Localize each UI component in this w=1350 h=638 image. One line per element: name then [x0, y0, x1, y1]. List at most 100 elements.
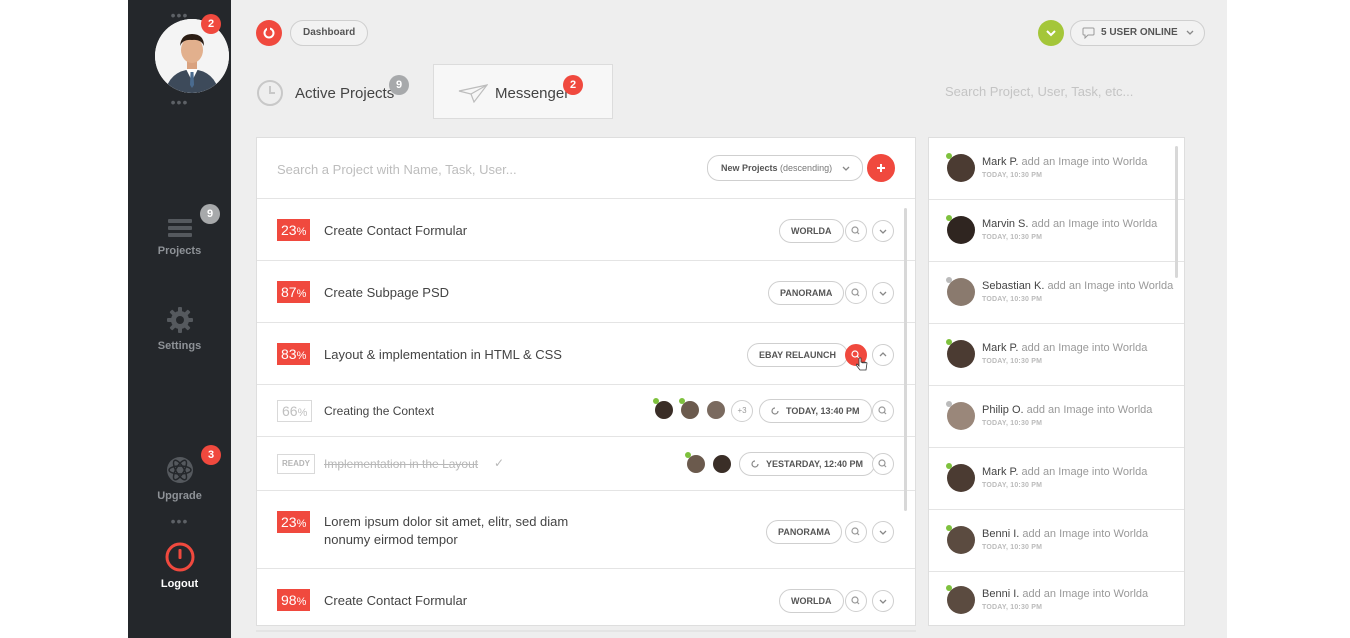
search-button[interactable] — [845, 282, 867, 304]
search-button[interactable] — [845, 220, 867, 242]
more-dots-icon[interactable]: ••• — [128, 514, 231, 528]
search-icon — [851, 226, 860, 235]
avatar[interactable] — [947, 154, 975, 182]
sidebar: ••• 2 ••• Projects 9 Settings Upgrade 3 … — [128, 0, 231, 638]
feed-item[interactable]: Benni I. add an Image into Worlda TODAY,… — [929, 572, 1184, 625]
avatar[interactable] — [947, 586, 975, 614]
project-row[interactable]: 83% Layout & implementation in HTML & CS… — [257, 323, 915, 385]
avatar[interactable] — [947, 402, 975, 430]
feed-user-name[interactable]: Mark P. — [982, 342, 1018, 354]
project-title[interactable]: Layout & implementation in HTML & CSS — [324, 347, 562, 362]
due-date-text: TODAY, 13:40 PM — [786, 406, 860, 416]
expand-button[interactable] — [872, 521, 894, 543]
feed-user-name[interactable]: Mark P. — [982, 156, 1018, 168]
project-title[interactable]: Create Contact Formular — [324, 223, 467, 238]
search-button[interactable] — [845, 590, 867, 612]
project-tag[interactable]: WORLDA — [779, 589, 844, 613]
feed-item[interactable]: Marvin S. add an Image into Worlda TODAY… — [929, 200, 1184, 262]
avatar[interactable] — [947, 464, 975, 492]
task-row[interactable]: 66% Creating the Context +3 TODAY, 13:40… — [257, 385, 915, 437]
feed-user-name[interactable]: Sebastian K. — [982, 280, 1044, 292]
project-title-line2[interactable]: nonumy eirmod tempor — [324, 532, 458, 547]
feed-item[interactable]: Mark P. add an Image into Worlda TODAY, … — [929, 138, 1184, 200]
feed-item[interactable]: Mark P. add an Image into Worlda TODAY, … — [929, 324, 1184, 386]
feed-action: add an Image into Worlda — [1021, 466, 1148, 478]
feed-time: TODAY, 10:30 PM — [982, 604, 1043, 611]
progress-value: 87 — [281, 284, 297, 300]
sort-dropdown[interactable]: New Projects (descending) — [707, 155, 864, 181]
search-icon — [851, 288, 860, 297]
add-project-button[interactable] — [867, 154, 895, 182]
percent-sign: % — [296, 518, 307, 530]
project-title[interactable]: Create Subpage PSD — [324, 285, 449, 300]
online-indicator — [679, 398, 685, 404]
project-tag[interactable]: WORLDA — [779, 219, 844, 243]
search-button[interactable] — [872, 453, 894, 475]
more-users-button[interactable]: +3 — [731, 400, 753, 422]
project-tag[interactable]: EBAY RELAUNCH — [747, 343, 849, 367]
nav-projects[interactable]: Projects — [128, 217, 231, 257]
task-title[interactable]: Implementation in the Layout — [324, 457, 478, 471]
feed-item[interactable]: Mark P. add an Image into Worlda TODAY, … — [929, 448, 1184, 510]
project-tag[interactable]: PANORAMA — [766, 520, 843, 544]
global-search-input[interactable]: Search Project, User, Task, etc... — [945, 84, 1133, 99]
online-status-button[interactable] — [1038, 20, 1064, 46]
check-icon: ✓ — [494, 456, 505, 470]
progress-value: 98 — [281, 592, 297, 608]
project-row[interactable]: 23% Create Contact Formular WORLDA — [257, 199, 915, 261]
project-row[interactable]: 87% Create Subpage PSD PANORAMA — [257, 261, 915, 323]
page: ••• 2 ••• Projects 9 Settings Upgrade 3 … — [0, 0, 1350, 638]
paper-plane-icon — [458, 84, 488, 103]
users-online-dropdown[interactable]: 5 USER ONLINE — [1070, 20, 1205, 46]
expand-button[interactable] — [872, 590, 894, 612]
active-projects-badge: 9 — [389, 75, 409, 95]
feed-user-name[interactable]: Philip O. — [982, 404, 1024, 416]
avatar[interactable] — [947, 526, 975, 554]
due-date-pill[interactable]: YESTARDAY, 12:40 PM — [739, 452, 876, 476]
collapse-button[interactable] — [872, 344, 894, 366]
task-row[interactable]: READY Implementation in the Layout ✓ YES… — [257, 437, 915, 491]
feed-user-name[interactable]: Marvin S. — [982, 218, 1028, 230]
refresh-button[interactable] — [256, 20, 282, 46]
feed-item[interactable]: Benni I. add an Image into Worlda TODAY,… — [929, 510, 1184, 572]
nav-logout[interactable]: Logout — [128, 542, 231, 590]
expand-button[interactable] — [872, 282, 894, 304]
progress-percent: 87% — [277, 281, 311, 303]
progress-percent: 23% — [277, 219, 311, 241]
project-row[interactable]: 23% Lorem ipsum dolor sit amet, elitr, s… — [257, 491, 915, 569]
online-indicator — [653, 398, 659, 404]
feed-time: TODAY, 10:30 PM — [982, 358, 1043, 365]
project-title[interactable]: Create Contact Formular — [324, 593, 467, 608]
project-row[interactable]: 98% Create Contact Formular WORLDA — [257, 569, 915, 625]
projects-scrollbar[interactable] — [904, 208, 907, 511]
feed-user-name[interactable]: Benni I. — [982, 588, 1019, 600]
feed-user-name[interactable]: Benni I. — [982, 528, 1019, 540]
breadcrumb-dashboard[interactable]: Dashboard — [290, 20, 369, 46]
project-tag[interactable]: PANORAMA — [768, 281, 845, 305]
chevron-down-icon — [842, 166, 850, 171]
search-button[interactable] — [872, 400, 894, 422]
status-badge: READY — [277, 454, 316, 474]
task-title[interactable]: Creating the Context — [324, 404, 434, 418]
messenger-badge: 2 — [563, 75, 583, 95]
more-dots-icon[interactable]: ••• — [128, 95, 231, 109]
avatar[interactable] — [947, 340, 975, 368]
search-button[interactable] — [845, 521, 867, 543]
avatar[interactable] — [711, 453, 733, 475]
feed-item[interactable]: Sebastian K. add an Image into Worlda TO… — [929, 262, 1184, 324]
avatar[interactable] — [947, 278, 975, 306]
feed-item[interactable]: Philip O. add an Image into Worlda TODAY… — [929, 386, 1184, 448]
due-date-pill[interactable]: TODAY, 13:40 PM — [759, 399, 872, 423]
chevron-down-icon — [879, 229, 887, 234]
avatar[interactable] — [947, 216, 975, 244]
expand-button[interactable] — [872, 220, 894, 242]
project-title-line1[interactable]: Lorem ipsum dolor sit amet, elitr, sed d… — [324, 514, 568, 529]
feed-user-name[interactable]: Mark P. — [982, 466, 1018, 478]
project-search-input[interactable]: Search a Project with Name, Task, User..… — [277, 162, 517, 177]
tab-messenger[interactable]: Messenger — [433, 64, 613, 119]
tab-active-projects[interactable]: Active Projects — [256, 79, 396, 109]
nav-settings-label: Settings — [157, 340, 202, 352]
feed-scrollbar[interactable] — [1175, 146, 1178, 278]
avatar[interactable] — [705, 399, 727, 421]
nav-settings[interactable]: Settings — [128, 306, 231, 352]
